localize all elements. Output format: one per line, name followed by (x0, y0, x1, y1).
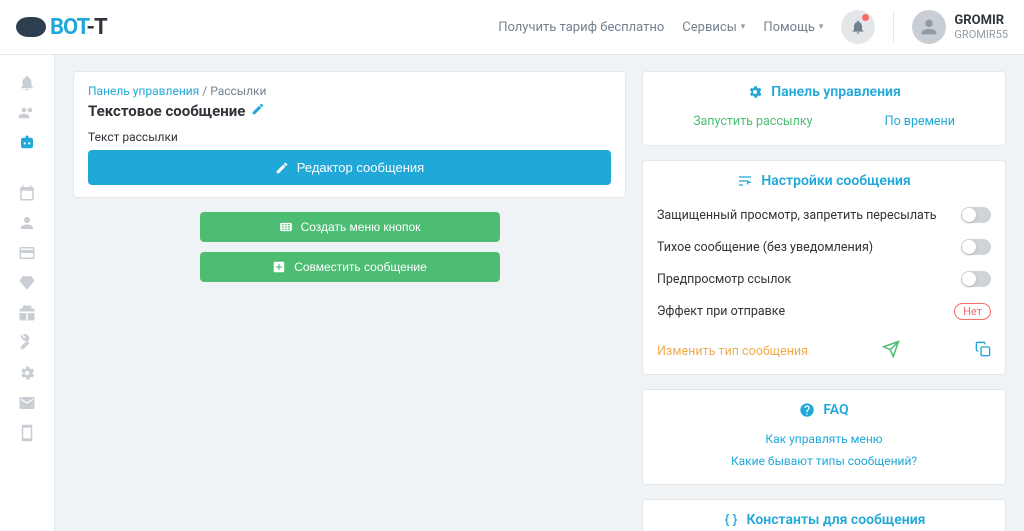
breadcrumb-panel[interactable]: Панель управления (88, 84, 199, 98)
editor-card: Панель управления / Рассылки Текстовое с… (73, 71, 626, 198)
sidebar-item-12[interactable] (7, 419, 47, 447)
user-icon (918, 16, 940, 38)
sidebar-item-9[interactable] (7, 329, 47, 357)
services-dropdown[interactable]: Сервисы ▾ (682, 20, 745, 35)
calendar-icon (18, 184, 36, 202)
text-label: Текст рассылки (88, 130, 611, 144)
question-icon (799, 402, 815, 418)
setting-preview: Предпросмотр ссылок (657, 263, 991, 295)
main-layout: Панель управления / Рассылки Текстовое с… (0, 55, 1024, 531)
sidebar (0, 55, 55, 531)
faq-link-1[interactable]: Как управлять меню (657, 428, 991, 450)
help-dropdown[interactable]: Помощь ▾ (763, 20, 823, 35)
sidebar-item-7[interactable] (7, 269, 47, 297)
sliders-icon (737, 173, 753, 189)
users-icon (18, 104, 36, 122)
center-buttons: Создать меню кнопок Совместить сообщение (73, 212, 626, 282)
pencil-icon (251, 102, 265, 116)
merge-button[interactable]: Совместить сообщение (200, 252, 500, 282)
gear-icon (747, 84, 763, 100)
control-panel-card: Панель управления Запустить рассылку По … (642, 71, 1006, 146)
plus-icon (272, 260, 286, 274)
create-menu-button[interactable]: Создать меню кнопок (200, 212, 500, 242)
sidebar-item-10[interactable] (7, 359, 47, 387)
settings-bottom-actions: Изменить тип сообщения (657, 328, 991, 362)
content: Панель управления / Рассылки Текстовое с… (55, 55, 1024, 531)
faq-card: FAQ Как управлять меню Какие бывают типы… (642, 389, 1006, 485)
constants-card: Константы для сообщения {FIRST_NAME} - С… (642, 499, 1006, 531)
logo-icon (16, 17, 46, 37)
avatar (912, 10, 946, 44)
editor-button[interactable]: Редактор сообщения (88, 150, 611, 185)
send-preview-button[interactable] (882, 340, 900, 362)
user-menu[interactable]: GROMIR GROMIR55 (912, 10, 1008, 44)
page-title: Текстовое сообщение (88, 102, 611, 120)
sidebar-item-1[interactable] (7, 69, 47, 97)
card-icon (18, 244, 36, 262)
keyboard-icon (279, 220, 293, 234)
right-column: Панель управления Запустить рассылку По … (642, 71, 1006, 515)
by-time-link[interactable]: По времени (885, 114, 955, 129)
header-right: Получить тариф бесплатно Сервисы ▾ Помощ… (498, 10, 1008, 44)
gear-icon (18, 364, 36, 382)
breadcrumb: Панель управления / Рассылки (88, 84, 611, 98)
bell-icon (18, 74, 36, 92)
left-column: Панель управления / Рассылки Текстовое с… (73, 71, 626, 515)
user-names: GROMIR GROMIR55 (954, 13, 1008, 42)
sidebar-item-6[interactable] (7, 239, 47, 267)
app-header: BOT-T Получить тариф бесплатно Сервисы ▾… (0, 0, 1024, 55)
notification-dot (862, 14, 869, 21)
notifications-button[interactable] (841, 10, 875, 44)
control-actions: Запустить рассылку По времени (657, 110, 991, 133)
setting-effect: Эффект при отправке Нет (657, 295, 991, 328)
start-broadcast-link[interactable]: Запустить рассылку (693, 114, 812, 129)
bell-icon (850, 19, 866, 35)
sidebar-item-bot[interactable] (7, 129, 47, 157)
people-icon (18, 214, 36, 232)
device-icon (18, 424, 36, 442)
toggle-silent[interactable] (961, 239, 991, 255)
sidebar-item-8[interactable] (7, 299, 47, 327)
logo-text: BOT-T (50, 15, 107, 40)
control-panel-header: Панель управления (657, 84, 991, 100)
settings-header: Настройки сообщения (657, 173, 991, 189)
effect-badge[interactable]: Нет (954, 303, 991, 320)
constants-header: Константы для сообщения (657, 512, 991, 528)
sidebar-item-11[interactable] (7, 389, 47, 417)
user-name: GROMIR (954, 13, 1008, 29)
sidebar-item-5[interactable] (7, 209, 47, 237)
diamond-icon (18, 274, 36, 292)
free-tariff-link[interactable]: Получить тариф бесплатно (498, 20, 664, 35)
pencil-icon (275, 161, 289, 175)
sidebar-item-4[interactable] (7, 179, 47, 207)
copy-button[interactable] (975, 341, 991, 361)
robot-icon (18, 134, 36, 152)
breadcrumb-current: Рассылки (210, 84, 266, 98)
faq-header: FAQ (657, 402, 991, 418)
divider (893, 12, 894, 42)
braces-icon (723, 512, 739, 528)
copy-icon (975, 341, 991, 357)
edit-title-button[interactable] (251, 102, 265, 120)
setting-silent: Тихое сообщение (без уведомления) (657, 231, 991, 263)
chevron-down-icon: ▾ (741, 22, 746, 32)
sidebar-item-2[interactable] (7, 99, 47, 127)
setting-protected: Защищенный просмотр, запретить пересылат… (657, 199, 991, 231)
toggle-protected[interactable] (961, 207, 991, 223)
settings-card: Настройки сообщения Защищенный просмотр,… (642, 160, 1006, 375)
gift-icon (18, 304, 36, 322)
toggle-preview[interactable] (961, 271, 991, 287)
chevron-down-icon: ▾ (819, 22, 824, 32)
logo[interactable]: BOT-T (16, 15, 107, 40)
telegram-icon (882, 340, 900, 358)
tools-icon (18, 334, 36, 352)
change-type-link[interactable]: Изменить тип сообщения (657, 344, 808, 359)
faq-link-2[interactable]: Какие бывают типы сообщений? (657, 450, 991, 472)
user-subname: GROMIR55 (954, 28, 1008, 41)
mail-icon (18, 394, 36, 412)
